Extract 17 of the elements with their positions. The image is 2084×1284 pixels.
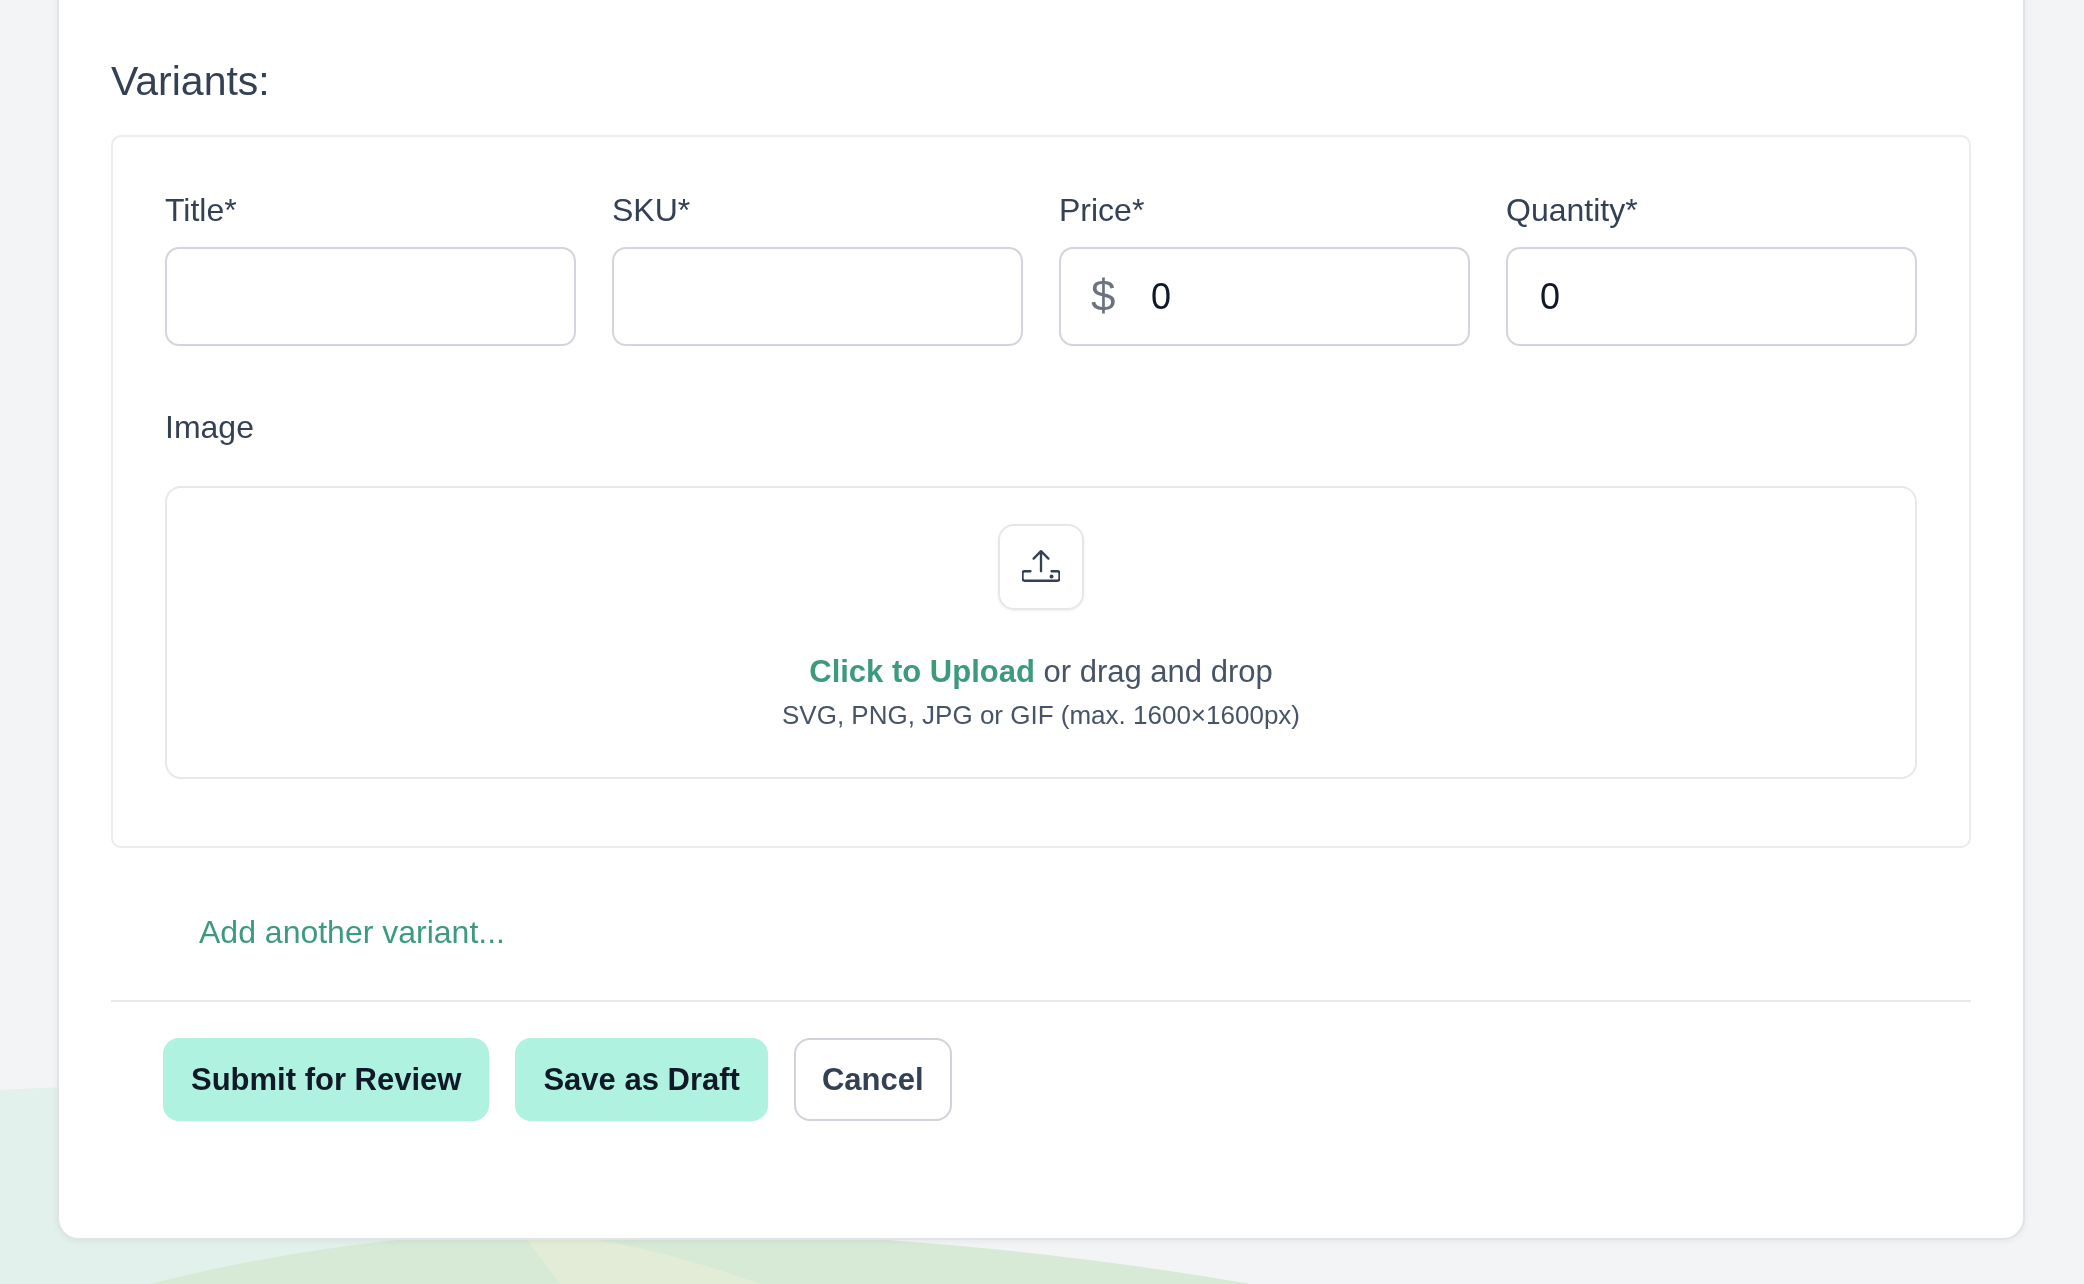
upload-button[interactable] (998, 524, 1084, 610)
upload-instruction: Click to Upload or drag and drop (809, 653, 1273, 691)
action-button[interactable]: Save as Draft (515, 1038, 768, 1121)
cancel-button[interactable]: Cancel (793, 1038, 952, 1121)
action-button[interactable]: Submit for Review (163, 1038, 490, 1121)
input-field[interactable] (612, 247, 1023, 346)
input-field[interactable] (165, 247, 576, 346)
file-hint: SVG, PNG, JPG or GIF (max. 1600×1600px) (781, 700, 1300, 731)
field-label: Image (165, 408, 255, 446)
section-heading: Variants: (111, 57, 271, 105)
currency-sign: $ (1091, 271, 1116, 321)
input-field[interactable]: 0 (1506, 247, 1917, 346)
field-label: Price* (1059, 191, 1146, 229)
field-label: Quantity* (1506, 191, 1639, 229)
upload-dropzone[interactable]: Click to Upload or drag and drop SVG, PNG, JPG or GIF (max. 1600×1600px) (165, 486, 1917, 779)
field-label: SKU* (612, 191, 692, 229)
field-label: Title* (165, 191, 238, 229)
